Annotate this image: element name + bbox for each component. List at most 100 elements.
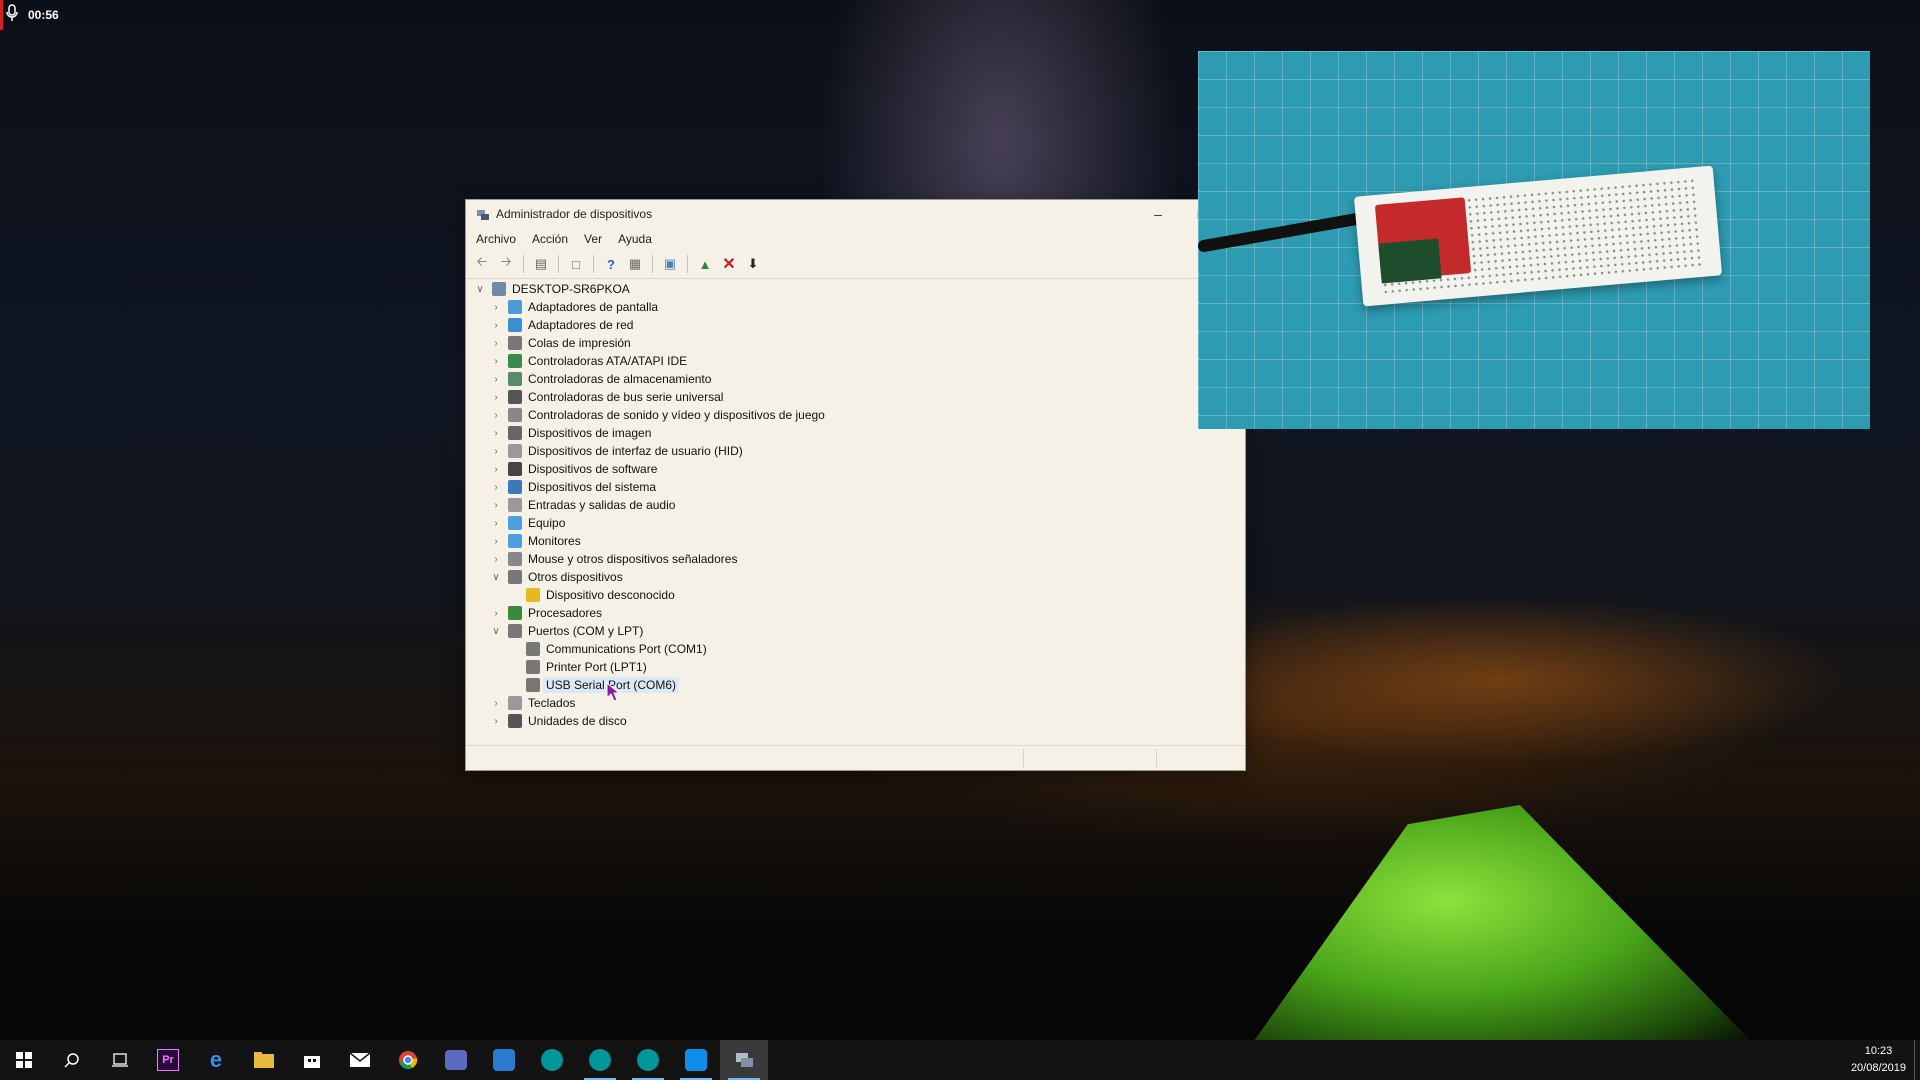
chrome-icon[interactable]: [384, 1040, 432, 1080]
window-title: Administrador de dispositivos: [496, 207, 653, 221]
tree-item[interactable]: › Dispositivos de imagen: [490, 424, 651, 442]
chevron-right-icon[interactable]: ›: [490, 356, 502, 367]
menu-accion[interactable]: Acción: [532, 232, 568, 246]
tree-item[interactable]: › Equipo: [490, 514, 565, 532]
taskbar-clock[interactable]: 10:23 20/08/2019: [1851, 1043, 1906, 1077]
ide-controller-icon: [508, 354, 522, 368]
chevron-right-icon[interactable]: ›: [490, 320, 502, 331]
tree-root[interactable]: ∨ DESKTOP-SR6PKOA: [474, 280, 630, 298]
tree-item[interactable]: › Dispositivos de interfaz de usuario (HI…: [490, 442, 743, 460]
chevron-right-icon[interactable]: ›: [490, 446, 502, 457]
chevron-right-icon[interactable]: ›: [490, 392, 502, 403]
menu-archivo[interactable]: Archivo: [476, 232, 516, 246]
file-explorer-icon[interactable]: [240, 1040, 288, 1080]
tree-item[interactable]: Dispositivo desconocido: [508, 586, 675, 604]
chevron-right-icon[interactable]: ›: [490, 518, 502, 529]
tree-item[interactable]: › Mouse y otros dispositivos señaladores: [490, 550, 737, 568]
chevron-right-icon[interactable]: ›: [490, 482, 502, 493]
edge-icon[interactable]: e: [192, 1040, 240, 1080]
mail-icon[interactable]: [336, 1040, 384, 1080]
uninstall-device-icon[interactable]: ✕: [719, 254, 739, 274]
tree-item[interactable]: › Colas de impresión: [490, 334, 631, 352]
chevron-right-icon[interactable]: ›: [490, 716, 502, 727]
recording-indicator-bar: [0, 0, 3, 30]
toolbar-separator: [687, 255, 688, 273]
cloud-app-icon[interactable]: [432, 1040, 480, 1080]
usb-serial-board-chip: [1378, 238, 1442, 284]
tree-item-label: Controladoras ATA/ATAPI IDE: [528, 354, 688, 368]
device-tree[interactable]: ∨ DESKTOP-SR6PKOA › Adaptadores de pantal…: [466, 280, 1245, 738]
back-icon[interactable]: 🡠: [472, 254, 492, 274]
clock-time: 10:23: [1864, 1045, 1893, 1057]
chevron-right-icon[interactable]: ›: [490, 338, 502, 349]
chevron-right-icon[interactable]: ›: [490, 464, 502, 475]
tree-item[interactable]: › Controladoras ATA/ATAPI IDE: [490, 352, 687, 370]
chevron-right-icon[interactable]: ›: [490, 608, 502, 619]
scan-hardware-icon[interactable]: ▣: [660, 254, 680, 274]
network-adapter-icon: [508, 318, 522, 332]
menu-ayuda[interactable]: Ayuda: [618, 232, 652, 246]
tree-item[interactable]: › Unidades de disco: [490, 712, 627, 730]
update-driver-icon[interactable]: ▲: [695, 254, 715, 274]
whatsapp-icon[interactable]: [480, 1040, 528, 1080]
disable-device-icon[interactable]: ⬇: [743, 254, 763, 274]
forward-icon[interactable]: 🡢: [496, 254, 516, 274]
chevron-down-icon[interactable]: ∨: [490, 626, 502, 637]
arduino-icon-3[interactable]: [624, 1040, 672, 1080]
properties-icon[interactable]: □: [566, 254, 586, 274]
device-manager-icon[interactable]: [720, 1040, 768, 1080]
chevron-down-icon[interactable]: ∨: [490, 572, 502, 583]
show-hide-console-tree-icon[interactable]: ▤: [531, 254, 551, 274]
tree-item[interactable]: › Monitores: [490, 532, 581, 550]
task-view-icon[interactable]: [96, 1040, 144, 1080]
tree-item-label: Adaptadores de red: [528, 318, 634, 332]
tree-item[interactable]: › Procesadores: [490, 604, 602, 622]
chevron-down-icon[interactable]: ∨: [474, 284, 486, 295]
tree-item-label: Dispositivos de software: [528, 462, 658, 476]
audio-io-icon: [508, 498, 522, 512]
arduino-icon[interactable]: [528, 1040, 576, 1080]
chevron-right-icon[interactable]: ›: [490, 698, 502, 709]
toolbar-separator: [523, 255, 524, 273]
usb-icon: [508, 390, 522, 404]
tree-item[interactable]: ∨ Otros dispositivos: [490, 568, 623, 586]
toolbar: 🡠 🡢 ▤ □ ? ▦ ▣ ▲ ✕ ⬇: [466, 250, 1245, 279]
tree-item[interactable]: › Adaptadores de red: [490, 316, 633, 334]
monitor-icon: [508, 534, 522, 548]
show-desktop-button[interactable]: [1914, 1040, 1920, 1080]
tree-item[interactable]: › Entradas y salidas de audio: [490, 496, 675, 514]
tree-item[interactable]: › Controladoras de almacenamiento: [490, 370, 711, 388]
help-icon[interactable]: ?: [601, 254, 621, 274]
tree-item[interactable]: Communications Port (COM1): [508, 640, 707, 658]
store-icon[interactable]: [288, 1040, 336, 1080]
arduino-icon-2[interactable]: [576, 1040, 624, 1080]
tree-item[interactable]: › Dispositivos del sistema: [490, 478, 656, 496]
tree-item[interactable]: › Controladoras de sonido y vídeo y dispo…: [490, 406, 825, 424]
premiere-pro-icon[interactable]: Pr: [144, 1040, 192, 1080]
chevron-right-icon[interactable]: ›: [490, 428, 502, 439]
action-pane-icon[interactable]: ▦: [625, 254, 645, 274]
tree-item[interactable]: Printer Port (LPT1): [508, 658, 647, 676]
computer-monitor-icon: [508, 516, 522, 530]
chevron-right-icon[interactable]: ›: [490, 500, 502, 511]
tree-item[interactable]: › Adaptadores de pantalla: [490, 298, 658, 316]
device-manager-window[interactable]: Administrador de dispositivos – □ Archiv…: [465, 199, 1246, 771]
disk-drive-icon: [508, 714, 522, 728]
chevron-right-icon[interactable]: ›: [490, 302, 502, 313]
window-titlebar[interactable]: Administrador de dispositivos – □: [466, 200, 1245, 228]
tree-item[interactable]: › Dispositivos de software: [490, 460, 657, 478]
chevron-right-icon[interactable]: ›: [490, 374, 502, 385]
tree-item[interactable]: › Controladoras de bus serie universal: [490, 388, 723, 406]
chevron-right-icon[interactable]: ›: [490, 536, 502, 547]
chevron-right-icon[interactable]: ›: [490, 554, 502, 565]
tree-item-selected[interactable]: USB Serial Port (COM6): [508, 676, 680, 702]
menu-ver[interactable]: Ver: [584, 232, 602, 246]
windows-start-icon[interactable]: [0, 1040, 48, 1080]
tree-item[interactable]: › Teclados: [490, 694, 575, 712]
search-icon[interactable]: [48, 1040, 96, 1080]
chevron-right-icon[interactable]: ›: [490, 410, 502, 421]
minimize-button[interactable]: –: [1147, 204, 1169, 224]
tree-item[interactable]: ∨ Puertos (COM y LPT): [490, 622, 643, 640]
teamviewer-icon[interactable]: [672, 1040, 720, 1080]
hid-icon: [508, 444, 522, 458]
